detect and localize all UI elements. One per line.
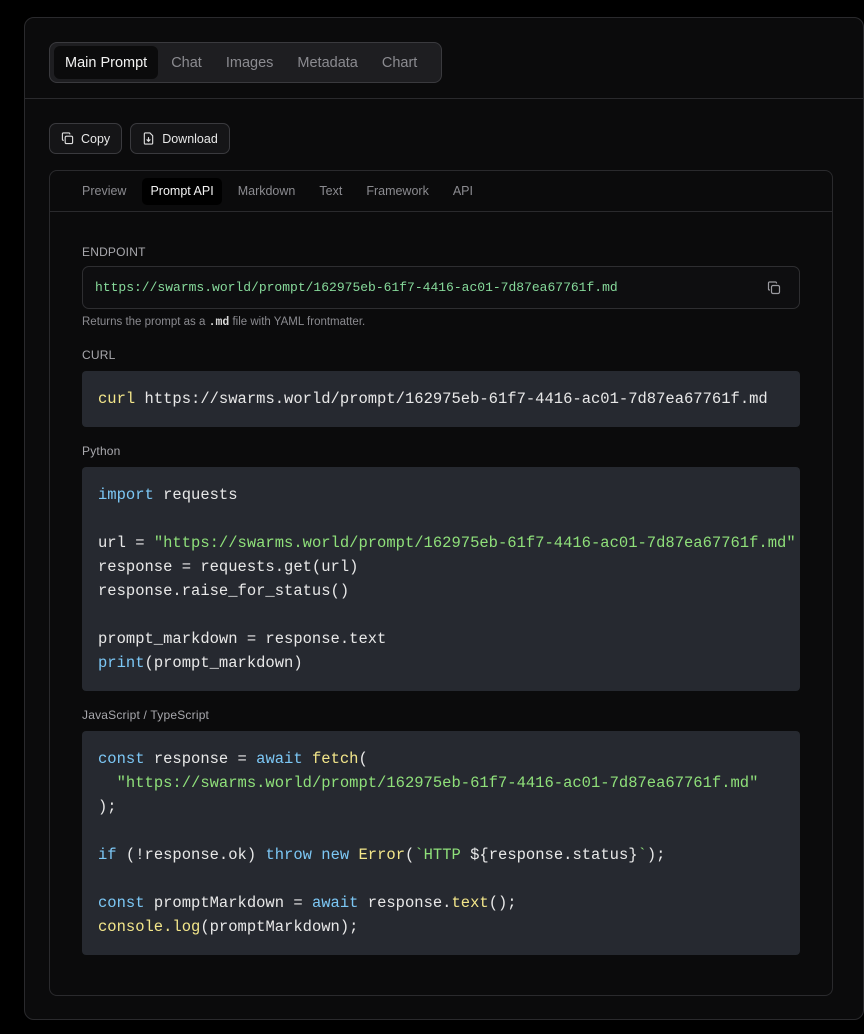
prompt-card: Main Prompt Chat Images Metadata Chart C… — [24, 17, 864, 1020]
api-panel: Preview Prompt API Markdown Text Framewo… — [49, 170, 833, 996]
js-line-3: ); — [98, 798, 117, 816]
js-throw-kw: throw — [265, 846, 312, 864]
tab-chat[interactable]: Chat — [160, 46, 213, 79]
py-line-4: response = requests.get(url) — [98, 558, 359, 576]
endpoint-hint: Returns the prompt as a .md file with YA… — [82, 316, 365, 329]
js-l1-mid: response = — [144, 750, 257, 768]
copy-endpoint-icon[interactable] — [767, 281, 781, 295]
js-l8-rest: (promptMarkdown); — [200, 918, 359, 936]
py-line-8: (prompt_markdown) — [144, 654, 303, 672]
js-code-block[interactable]: const response = await fetch( "https://s… — [82, 731, 800, 955]
curl-label: CURL — [82, 348, 116, 362]
js-console-fn: console.log — [98, 918, 201, 936]
js-l5-c: ); — [646, 846, 666, 864]
endpoint-label: ENDPOINT — [82, 245, 146, 259]
js-await-kw: await — [256, 750, 303, 768]
py-print-kw: print — [98, 654, 145, 672]
subtab-markdown[interactable]: Markdown — [230, 178, 304, 205]
js-template-end: ` — [637, 846, 647, 864]
js-l5-a: (!response.ok) — [116, 846, 266, 864]
py-line-5: response.raise_for_status() — [98, 582, 350, 600]
js-if-kw: if — [98, 846, 117, 864]
hint-code: .md — [208, 316, 230, 329]
js-l1-end: ( — [358, 750, 368, 768]
python-code-block[interactable]: import requests url = "https://swarms.wo… — [82, 467, 800, 691]
js-error-fn: Error — [358, 846, 405, 864]
py-line-1: requests — [153, 486, 238, 504]
tab-metadata[interactable]: Metadata — [286, 46, 368, 79]
js-template-start: `HTTP — [414, 846, 471, 864]
js-l2-indent — [98, 774, 117, 792]
copy-button[interactable]: Copy — [49, 123, 123, 154]
subtab-preview[interactable]: Preview — [74, 178, 134, 205]
js-url-string: "https://swarms.world/prompt/162975eb-61… — [116, 774, 759, 792]
js-fetch-fn: fetch — [311, 750, 359, 768]
download-icon — [143, 132, 154, 145]
js-l5-sp — [312, 846, 321, 864]
js-label: JavaScript / TypeScript — [82, 708, 210, 722]
tab-chart[interactable]: Chart — [371, 46, 428, 79]
py-import-kw: import — [98, 486, 154, 504]
header-divider — [25, 98, 863, 99]
endpoint-url-box[interactable]: https://swarms.world/prompt/162975eb-61f… — [82, 266, 800, 309]
download-button[interactable]: Download — [130, 123, 230, 154]
js-l5-b: ( — [405, 846, 415, 864]
subtab-prompt-api[interactable]: Prompt API — [142, 177, 222, 205]
top-tab-bar: Main Prompt Chat Images Metadata Chart — [49, 42, 442, 83]
sub-tab-bar: Preview Prompt API Markdown Text Framewo… — [50, 171, 832, 212]
curl-command: curl — [98, 390, 136, 408]
tab-main-prompt[interactable]: Main Prompt — [54, 46, 159, 79]
js-l7-mid: promptMarkdown = — [144, 894, 312, 912]
hint-suffix: file with YAML frontmatter. — [229, 316, 366, 328]
js-const-kw-2: const — [98, 894, 145, 912]
copy-icon — [61, 132, 74, 145]
js-l7-rest: response. — [358, 894, 452, 912]
download-button-label: Download — [162, 131, 218, 146]
subtab-api[interactable]: API — [445, 178, 481, 205]
js-const-kw: const — [98, 750, 145, 768]
curl-args: https://swarms.world/prompt/162975eb-61f… — [135, 390, 768, 408]
js-text-fn: text — [451, 894, 489, 912]
action-row: Copy Download — [49, 123, 230, 154]
py-line-3a: url = — [98, 534, 154, 552]
py-url-string: "https://swarms.world/prompt/162975eb-61… — [153, 534, 796, 552]
js-await-kw-2: await — [311, 894, 359, 912]
python-label: Python — [82, 444, 121, 458]
tab-images[interactable]: Images — [215, 46, 285, 79]
subtab-text[interactable]: Text — [311, 178, 350, 205]
js-l7-end: (); — [488, 894, 517, 912]
subtab-framework[interactable]: Framework — [358, 178, 437, 205]
js-new-kw: new — [321, 846, 350, 864]
copy-button-label: Copy — [81, 131, 111, 146]
py-line-7: prompt_markdown = response.text — [98, 630, 387, 648]
endpoint-url: https://swarms.world/prompt/162975eb-61f… — [95, 280, 618, 295]
curl-code-block[interactable]: curl https://swarms.world/prompt/162975e… — [82, 371, 800, 427]
js-template-expr: ${response.status} — [470, 846, 638, 864]
hint-prefix: Returns the prompt as a — [82, 316, 209, 328]
